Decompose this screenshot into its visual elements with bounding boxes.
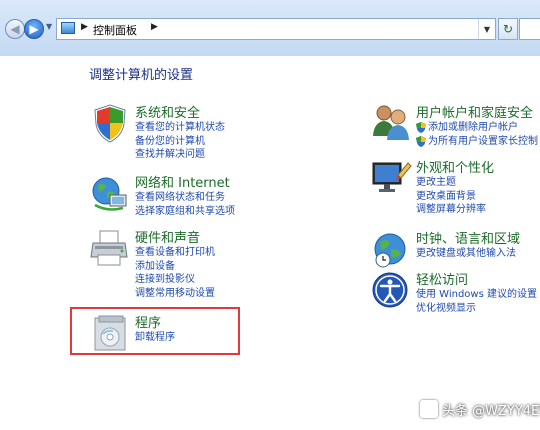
link-devices-printers[interactable]: 查看设备和打印机 bbox=[135, 246, 215, 260]
link-change-input-method[interactable]: 更改键盘或其他输入法 bbox=[416, 247, 516, 261]
refresh-icon: ↻ bbox=[502, 22, 514, 36]
category-title[interactable]: 时钟、语言和区域 bbox=[416, 228, 520, 247]
link-screen-resolution[interactable]: 调整屏幕分辨率 bbox=[416, 203, 486, 217]
uac-shield-icon bbox=[416, 122, 426, 133]
link-homegroup-sharing[interactable]: 选择家庭组和共享选项 bbox=[135, 205, 235, 219]
breadcrumb-control-panel[interactable]: 控制面板 bbox=[93, 22, 137, 38]
printer-icon[interactable] bbox=[89, 227, 131, 269]
category-title[interactable]: 用户帐户和家庭安全 bbox=[416, 102, 533, 121]
link-parental-controls[interactable]: 为所有用户设置家长控制 bbox=[416, 135, 538, 149]
link-label: 添加或删除用户帐户 bbox=[428, 122, 518, 133]
link-add-device[interactable]: 添加设备 bbox=[135, 260, 215, 274]
search-input[interactable] bbox=[519, 18, 540, 40]
category-title[interactable]: 硬件和声音 bbox=[135, 227, 200, 246]
link-add-remove-accounts[interactable]: 添加或删除用户帐户 bbox=[416, 121, 538, 135]
breadcrumb-chevron-icon[interactable]: ▶ bbox=[151, 22, 158, 32]
watermark-text: 头条 @WZYY4EVER bbox=[442, 404, 540, 419]
watermark: 头条 @WZYY4EVER bbox=[420, 400, 540, 419]
forward-button[interactable]: ▶ bbox=[24, 19, 44, 39]
appearance-monitor-icon[interactable] bbox=[370, 157, 412, 199]
link-mobility-settings[interactable]: 调整常用移动设置 bbox=[135, 287, 215, 301]
link-optimize-display[interactable]: 优化视频显示 bbox=[416, 302, 537, 316]
uac-shield-icon bbox=[416, 135, 426, 147]
back-button[interactable]: ◀ bbox=[5, 19, 25, 39]
link-troubleshoot[interactable]: 查找并解决问题 bbox=[135, 148, 225, 162]
recent-pages-chevron-icon[interactable]: ▼ bbox=[46, 22, 52, 31]
refresh-button[interactable]: ↻ bbox=[498, 18, 518, 40]
category-title[interactable]: 系统和安全 bbox=[135, 102, 200, 121]
back-arrow-icon: ◀ bbox=[10, 22, 20, 36]
address-toolbar: ◀ ▶ ▼ ▶ 控制面板 ▶ ▼ ↻ bbox=[0, 0, 540, 56]
forward-arrow-icon: ▶ bbox=[29, 22, 39, 36]
link-desktop-background[interactable]: 更改桌面背景 bbox=[416, 190, 486, 204]
network-globe-icon[interactable] bbox=[89, 172, 131, 214]
users-icon[interactable] bbox=[370, 102, 412, 144]
address-bar[interactable]: ▶ 控制面板 ▶ ▼ bbox=[56, 18, 496, 40]
category-title[interactable]: 外观和个性化 bbox=[416, 157, 494, 176]
clock-globe-icon[interactable] bbox=[370, 228, 412, 270]
link-label: 为所有用户设置家长控制 bbox=[428, 135, 538, 147]
breadcrumb-chevron-icon[interactable]: ▶ bbox=[81, 22, 88, 32]
category-title[interactable]: 网络和 Internet bbox=[135, 172, 230, 191]
link-backup-computer[interactable]: 备份您的计算机 bbox=[135, 135, 225, 149]
security-shield-icon[interactable] bbox=[89, 102, 131, 144]
toutiao-logo-icon bbox=[420, 400, 438, 418]
ease-of-access-icon[interactable] bbox=[370, 269, 412, 311]
link-recommended-settings[interactable]: 使用 Windows 建议的设置 bbox=[416, 288, 537, 302]
address-dropdown-icon[interactable]: ▼ bbox=[478, 19, 495, 39]
link-view-computer-status[interactable]: 查看您的计算机状态 bbox=[135, 121, 225, 135]
link-connect-projector[interactable]: 连接到投影仪 bbox=[135, 273, 215, 287]
page-title: 调整计算机的设置 bbox=[89, 68, 194, 83]
category-title[interactable]: 轻松访问 bbox=[416, 269, 468, 288]
control-panel-icon bbox=[61, 22, 75, 34]
link-change-theme[interactable]: 更改主题 bbox=[416, 176, 486, 190]
link-network-status[interactable]: 查看网络状态和任务 bbox=[135, 191, 235, 205]
highlight-box-programs bbox=[70, 307, 240, 355]
